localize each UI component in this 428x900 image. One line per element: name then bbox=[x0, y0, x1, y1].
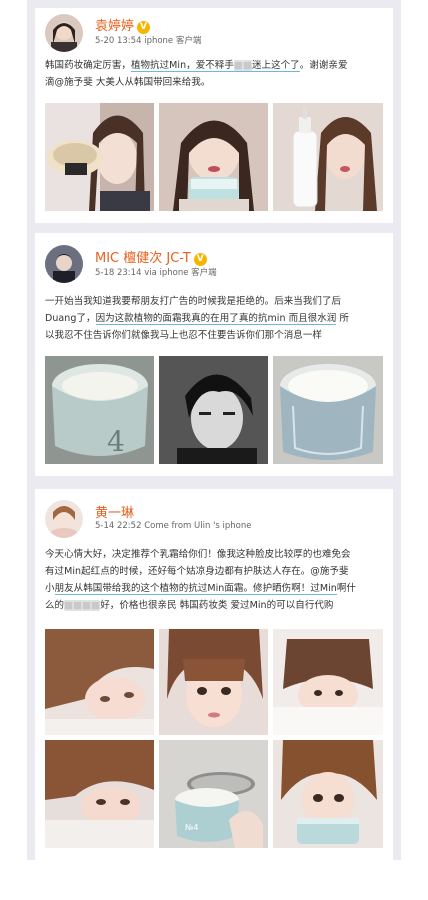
post-line: 韩国药妆确定厉害，植物抗过Min，爱不释手■■迷上这个了。谢谢亲爱 bbox=[45, 60, 348, 72]
author-avatar[interactable] bbox=[45, 245, 83, 283]
post-meta: 5-14 22:52 Come from Ulin 's iphone bbox=[95, 521, 252, 531]
post-photo[interactable] bbox=[273, 629, 383, 735]
author-name[interactable]: 袁婷婷 V bbox=[95, 15, 151, 34]
post-text: 韩国药妆确定厉害，植物抗过Min，爱不释手■■迷上这个了。谢谢亲爱 滴@施予斐 … bbox=[45, 57, 385, 91]
post-text: 一开始当我知道我要帮朋友打广告的时候我是拒绝的。后来当我们了后 Duang了，因… bbox=[45, 293, 385, 344]
post-line: 以我忍不住告诉你们就像我马上也忍不住要告诉你们那个消息一样 bbox=[45, 330, 322, 341]
author-avatar[interactable] bbox=[45, 500, 83, 538]
post-photo[interactable] bbox=[159, 103, 268, 211]
weibo-post-3: 黄一琳 5-14 22:52 Come from Ulin 's iphone … bbox=[35, 489, 393, 860]
post-client: iphone 客户端 bbox=[144, 36, 202, 46]
post-photo[interactable] bbox=[159, 629, 268, 735]
blurred-text: ■■■■ bbox=[64, 600, 101, 611]
blurred-text: ■■ bbox=[233, 60, 252, 71]
highlight-text: 因为这款植物的面霜我真的在用了真的抗min 而且很水润 bbox=[95, 313, 337, 325]
post-time[interactable]: 5-18 23:14 bbox=[95, 268, 142, 278]
author-name[interactable]: 黄一琳 bbox=[95, 502, 134, 521]
post-line: 滴@施予斐 大美人从韩国带回来给我。 bbox=[45, 77, 211, 88]
weibo-post-1: 袁婷婷 V 5-20 13:54 iphone 客户端 韩国药妆确定厉害，植物抗过… bbox=[35, 8, 393, 223]
post-line: 小朋友从韩国带给我的这个植物的抗过Min面霜。修护晒伤啊！过Min啊什 bbox=[45, 583, 356, 595]
author-name[interactable]: MIC 檀健次 JC-T V bbox=[95, 247, 207, 266]
post-line: Duang了，因为这款植物的面霜我真的在用了真的抗min 而且很水润 所 bbox=[45, 313, 349, 325]
post-photo[interactable] bbox=[159, 356, 268, 464]
post-line: 今天心情大好，决定推荐个乳霜给你们！像我这种脸皮比较厚的也难免会 bbox=[45, 549, 351, 560]
post-photo[interactable] bbox=[45, 629, 154, 735]
verified-icon: V bbox=[193, 253, 207, 266]
post-time[interactable]: 5-14 22:52 bbox=[95, 521, 142, 531]
post-client: Come from Ulin 's iphone bbox=[144, 521, 252, 531]
post-photo[interactable]: №4 bbox=[159, 740, 268, 848]
post-client: via iphone 客户端 bbox=[144, 268, 217, 278]
post-meta: 5-20 13:54 iphone 客户端 bbox=[95, 34, 201, 46]
author-avatar[interactable] bbox=[45, 14, 83, 52]
post-line: 有过Min起红点的时候，还好每个姑凉身边都有护肤达人存在。@施予斐 bbox=[45, 566, 349, 577]
post-photo[interactable] bbox=[273, 356, 383, 464]
post-time[interactable]: 5-20 13:54 bbox=[95, 36, 142, 46]
svg-text:№4: №4 bbox=[185, 823, 198, 832]
post-photo[interactable] bbox=[273, 740, 383, 848]
svg-text:4: 4 bbox=[107, 425, 125, 458]
post-meta: 5-18 23:14 via iphone 客户端 bbox=[95, 266, 217, 278]
post-line: 么的■■■■好，价格也很亲民 韩国药妆类 爱过Min的可以自行代购 bbox=[45, 600, 334, 611]
post-photo[interactable] bbox=[45, 103, 154, 211]
post-photo[interactable] bbox=[273, 103, 383, 211]
verified-icon: V bbox=[137, 21, 151, 34]
post-text: 今天心情大好，决定推荐个乳霜给你们！像我这种脸皮比较厚的也难免会 有过Min起红… bbox=[45, 546, 385, 614]
post-photo[interactable]: 4 bbox=[45, 356, 154, 464]
weibo-post-2: MIC 檀健次 JC-T V 5-18 23:14 via iphone 客户端 … bbox=[35, 233, 393, 476]
highlight-text: 植物抗过Min，爱不释手■■迷上这个了 bbox=[130, 60, 300, 72]
highlight-text: 朋友从韩国带给我的这个植物的抗过Min面霜。修护晒伤啊！过Min bbox=[54, 583, 337, 595]
post-photo[interactable] bbox=[45, 740, 154, 848]
post-line: 一开始当我知道我要帮朋友打广告的时候我是拒绝的。后来当我们了后 bbox=[45, 296, 342, 307]
